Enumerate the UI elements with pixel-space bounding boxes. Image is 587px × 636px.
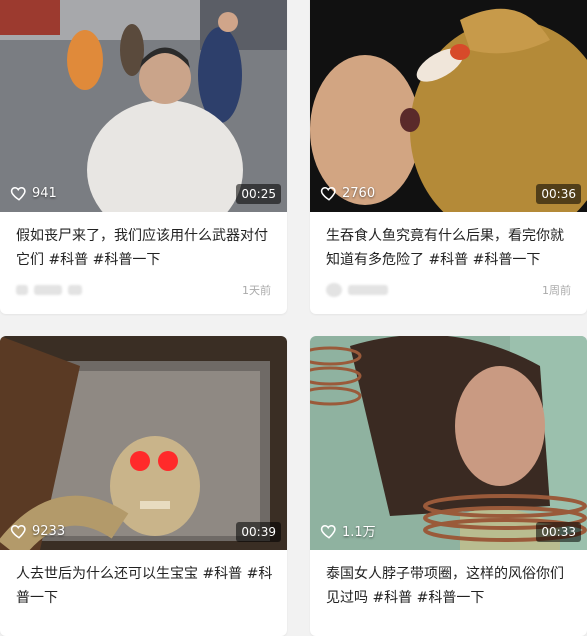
- neck-rings-woman-image: [310, 336, 587, 550]
- like-value: 941: [32, 185, 57, 201]
- video-title[interactable]: 人去世后为什么还可以生宝宝 #科普 #科普一下: [0, 550, 287, 610]
- video-feed: 941 00:25 假如丧尸来了，我们应该用什么武器对付它们 #科普 #科普一下…: [0, 0, 587, 636]
- duration-badge: 00:33: [536, 522, 581, 542]
- duration-badge: 00:36: [536, 184, 581, 204]
- like-value: 2760: [342, 185, 376, 201]
- author-blurred: [326, 283, 388, 297]
- duration-badge: 00:39: [236, 522, 281, 542]
- author-blurred: [16, 285, 82, 295]
- post-time: 1天前: [242, 284, 271, 297]
- zombie-scene-image: [0, 0, 287, 212]
- video-thumbnail[interactable]: 9233 00:39: [0, 336, 287, 550]
- like-count[interactable]: 2760: [320, 184, 375, 202]
- heart-outline-icon: [320, 186, 336, 201]
- video-card[interactable]: 9233 00:39 人去世后为什么还可以生宝宝 #科普 #科普一下: [0, 336, 287, 636]
- duration-badge: 00:25: [236, 184, 281, 204]
- post-time: 1周前: [542, 284, 571, 297]
- heart-outline-icon: [320, 524, 336, 539]
- video-title[interactable]: 泰国女人脖子带项圈，这样的风俗你们见过吗 #科普 #科普一下: [310, 550, 587, 610]
- video-card[interactable]: 2760 00:36 生吞食人鱼究竟有什么后果，看完你就知道有多危险了 #科普 …: [310, 0, 587, 314]
- video-card[interactable]: 1.1万 00:33 泰国女人脖子带项圈，这样的风俗你们见过吗 #科普 #科普一…: [310, 336, 587, 636]
- heart-outline-icon: [10, 186, 26, 201]
- video-title[interactable]: 假如丧尸来了，我们应该用什么武器对付它们 #科普 #科普一下: [0, 212, 287, 272]
- video-thumbnail[interactable]: 1.1万 00:33: [310, 336, 587, 550]
- fish-eating-image: [310, 0, 587, 212]
- like-count[interactable]: 1.1万: [320, 521, 376, 540]
- like-count[interactable]: 941: [10, 184, 57, 202]
- like-value: 9233: [32, 523, 66, 539]
- like-count[interactable]: 9233: [10, 522, 65, 540]
- video-thumbnail[interactable]: 941 00:25: [0, 0, 287, 212]
- skull-coffin-image: [0, 336, 287, 550]
- video-thumbnail[interactable]: 2760 00:36: [310, 0, 587, 212]
- video-card[interactable]: 941 00:25 假如丧尸来了，我们应该用什么武器对付它们 #科普 #科普一下…: [0, 0, 287, 314]
- heart-outline-icon: [10, 524, 26, 539]
- video-title[interactable]: 生吞食人鱼究竟有什么后果，看完你就知道有多危险了 #科普 #科普一下: [310, 212, 587, 272]
- like-value: 1.1万: [342, 525, 376, 540]
